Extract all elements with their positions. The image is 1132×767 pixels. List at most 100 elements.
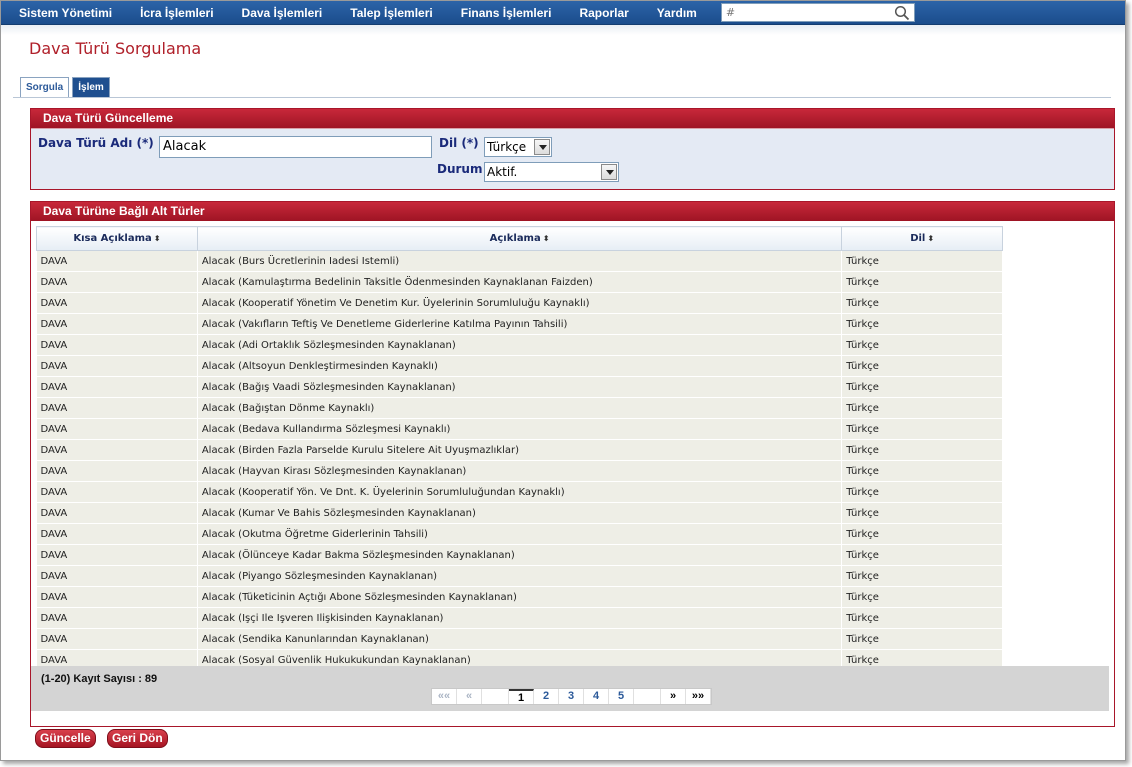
last-page-button[interactable]: »»: [686, 689, 711, 704]
cell-short-description: DAVA: [36, 565, 198, 587]
cell-short-description: DAVA: [36, 628, 198, 650]
table-row[interactable]: DAVA Alacak (Piyango Sözleşmesinden Kayna…: [36, 565, 1003, 587]
column-header-short-description[interactable]: Kısa Açıklama ⬍: [36, 226, 198, 251]
cell-language: Türkçe: [841, 565, 1003, 587]
menu-system-management[interactable]: Sistem Yönetimi: [1, 1, 126, 25]
table-row[interactable]: DAVA Alacak (Burs Ücretlerinin Iadesi Ist…: [36, 250, 1003, 272]
table-row[interactable]: DAVA Alacak (Sendika Kanunlarından Kaynak…: [36, 628, 1003, 650]
page-2-button[interactable]: 2: [534, 689, 559, 704]
cell-description: Alacak (Bedava Kullandırma Sözleşmesi Ka…: [197, 418, 843, 440]
cell-short-description: DAVA: [36, 544, 198, 566]
cell-language: Türkçe: [841, 502, 1003, 524]
cell-description: Alacak (Bağıştan Dönme Kaynaklı): [197, 397, 843, 419]
cell-short-description: DAVA: [36, 313, 198, 335]
table-row[interactable]: DAVA Alacak (Vakıfların Teftiş Ve Denetle…: [36, 313, 1003, 335]
cell-language: Türkçe: [841, 439, 1003, 461]
cell-language: Türkçe: [841, 628, 1003, 650]
menu-enforcement-operations[interactable]: İcra İşlemleri: [126, 1, 227, 25]
cell-description: Alacak (Bağış Vaadi Sözleşmesinden Kayna…: [197, 376, 843, 398]
column-header-language[interactable]: Dil ⬍: [841, 226, 1003, 251]
page-3-button[interactable]: 3: [559, 689, 584, 704]
cell-description: Alacak (Burs Ücretlerinin Iadesi Istemli…: [197, 250, 843, 272]
language-select[interactable]: Türkçe: [484, 137, 552, 157]
cell-short-description: DAVA: [36, 355, 198, 377]
search-input[interactable]: [721, 4, 882, 21]
table-body: DAVA Alacak (Burs Ücretlerinin Iadesi Ist…: [36, 250, 1003, 671]
table-row[interactable]: DAVA Alacak (Altsoyun Denkleştirmesinden …: [36, 355, 1003, 377]
column-header-label: Dil: [910, 233, 926, 244]
case-type-name-input[interactable]: Alacak: [159, 136, 432, 158]
table-row[interactable]: DAVA Alacak (Işçi Ile Işveren Ilişkisinde…: [36, 607, 1003, 629]
tab-operation[interactable]: İşlem: [72, 77, 110, 98]
pagination: «« « 1 2 3 4 5 » »»: [431, 688, 712, 705]
status-select[interactable]: Aktif.: [484, 162, 619, 182]
table-row[interactable]: DAVA Alacak (Bedava Kullandırma Sözleşmes…: [36, 418, 1003, 440]
cell-short-description: DAVA: [36, 418, 198, 440]
cell-short-description: DAVA: [36, 439, 198, 461]
page-1-button[interactable]: 1: [509, 689, 534, 704]
cell-short-description: DAVA: [36, 376, 198, 398]
back-button[interactable]: Geri Dön: [107, 729, 168, 748]
page-4-button[interactable]: 4: [584, 689, 609, 704]
cell-description: Alacak (Kooperatif Yönetim Ve Denetim Ku…: [197, 292, 843, 314]
previous-page-button[interactable]: «: [457, 689, 482, 704]
cell-description: Alacak (Piyango Sözleşmesinden Kaynaklan…: [197, 565, 843, 587]
table-row[interactable]: DAVA Alacak (Hayvan Kirası Sözleşmesinden…: [36, 460, 1003, 482]
cell-description: Alacak (Kooperatif Yön. Ve Dnt. K. Üyele…: [197, 481, 843, 503]
cell-description: Alacak (Işçi Ile Işveren Ilişkisinden Ka…: [197, 607, 843, 629]
subtypes-panel-body: Kısa Açıklama ⬍ Açıklama ⬍ Dil ⬍ DAVA Alacak…: [31, 221, 1114, 726]
cell-short-description: DAVA: [36, 250, 198, 272]
cell-short-description: DAVA: [36, 481, 198, 503]
table-row[interactable]: DAVA Alacak (Kumar Ve Bahis Sözleşmesinde…: [36, 502, 1003, 524]
cell-language: Türkçe: [841, 586, 1003, 608]
table-row[interactable]: DAVA Alacak (Tüketicinin Açtığı Abone Söz…: [36, 586, 1003, 608]
header-strip: [1, 25, 1125, 35]
table-row[interactable]: DAVA Alacak (Bağıştan Dönme Kaynaklı) Türk…: [36, 397, 1003, 419]
tab-bar: Sorgula İşlem: [20, 77, 113, 98]
table-row[interactable]: DAVA Alacak (Kooperatif Yön. Ve Dnt. K. Ü…: [36, 481, 1003, 503]
table-row[interactable]: DAVA Alacak (Kooperatif Yönetim Ve Deneti…: [36, 292, 1003, 314]
update-form-body: Dava Türü Adı (*) Alacak Dil (*) Türkçe …: [31, 128, 1114, 189]
next-page-button[interactable]: »: [661, 689, 686, 704]
cell-description: Alacak (Tüketicinin Açtığı Abone Sözleşm…: [197, 586, 843, 608]
table-row[interactable]: DAVA Alacak (Adi Ortaklık Sözleşmesinden …: [36, 334, 1003, 356]
menu-help[interactable]: Yardım: [643, 1, 711, 25]
cell-language: Türkçe: [841, 418, 1003, 440]
cell-language: Türkçe: [841, 544, 1003, 566]
pagination-spacer: [634, 689, 661, 704]
chevron-down-icon[interactable]: [534, 139, 550, 155]
cell-description: Alacak (Hayvan Kirası Sözleşmesinden Kay…: [197, 460, 843, 482]
cell-short-description: DAVA: [36, 586, 198, 608]
status-select-value: Aktif.: [487, 165, 518, 179]
first-page-button[interactable]: ««: [432, 689, 457, 704]
table-row[interactable]: DAVA Alacak (Okutma Öğretme Giderlerinin …: [36, 523, 1003, 545]
cell-language: Türkçe: [841, 292, 1003, 314]
cell-language: Türkçe: [841, 607, 1003, 629]
cell-short-description: DAVA: [36, 271, 198, 293]
column-header-label: Kısa Açıklama: [73, 233, 152, 244]
search-icon[interactable]: [894, 5, 910, 21]
tab-query[interactable]: Sorgula: [20, 77, 70, 98]
cell-language: Türkçe: [841, 460, 1003, 482]
cell-short-description: DAVA: [36, 607, 198, 629]
cell-description: Alacak (Birden Fazla Parselde Kurulu Sit…: [197, 439, 843, 461]
page-5-button[interactable]: 5: [609, 689, 634, 704]
cell-language: Türkçe: [841, 271, 1003, 293]
cell-description: Alacak (Altsoyun Denkleştirmesinden Kayn…: [197, 355, 843, 377]
column-header-description[interactable]: Açıklama ⬍: [196, 226, 843, 251]
chevron-down-icon[interactable]: [601, 164, 617, 180]
table-footer: (1-20) Kayıt Sayısı : 89 «« « 1 2 3 4 5 …: [31, 666, 1109, 711]
menu-reports[interactable]: Raporlar: [565, 1, 642, 25]
update-form-panel: Dava Türü Güncelleme Dava Türü Adı (*) A…: [30, 108, 1115, 190]
update-button[interactable]: Güncelle: [35, 729, 96, 748]
table-row[interactable]: DAVA Alacak (Ölünceye Kadar Bakma Sözleşm…: [36, 544, 1003, 566]
cell-short-description: DAVA: [36, 334, 198, 356]
menu-case-operations[interactable]: Dava İşlemleri: [228, 1, 337, 25]
menu-finance-operations[interactable]: Finans İşlemleri: [447, 1, 566, 25]
table-row[interactable]: DAVA Alacak (Bağış Vaadi Sözleşmesinden K…: [36, 376, 1003, 398]
table-row[interactable]: DAVA Alacak (Birden Fazla Parselde Kurulu…: [36, 439, 1003, 461]
cell-language: Türkçe: [841, 334, 1003, 356]
menu-request-operations[interactable]: Talep İşlemleri: [336, 1, 446, 25]
table-row[interactable]: DAVA Alacak (Kamulaştırma Bedelinin Taksi…: [36, 271, 1003, 293]
page-title: Dava Türü Sorgulama: [29, 39, 202, 58]
